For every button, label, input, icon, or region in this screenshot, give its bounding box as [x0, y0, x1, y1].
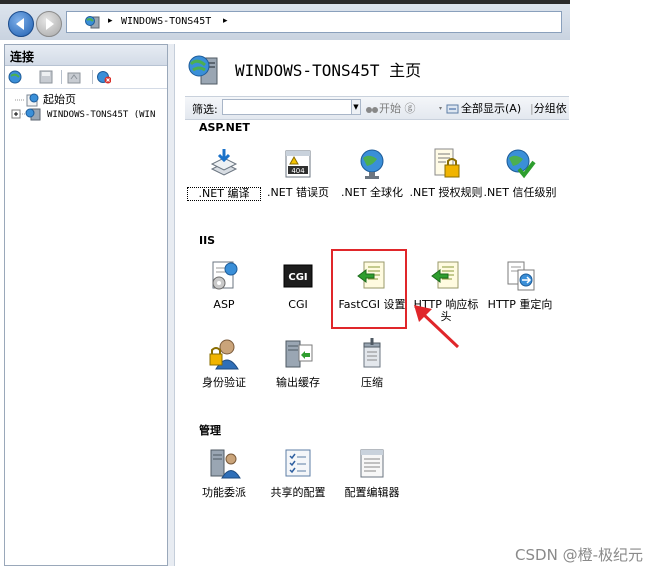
filter-input[interactable] [222, 99, 352, 115]
feature-label: 功能委派 [202, 486, 246, 499]
shared-configuration-icon [285, 449, 311, 477]
feature-label: 压缩 [361, 376, 383, 389]
delete-connection-icon[interactable] [97, 70, 111, 84]
output-caching-icon [285, 340, 313, 368]
breadcrumb-server[interactable]: WINDOWS-TONS45T [121, 16, 211, 27]
group-by-label: 分组依 [533, 102, 567, 115]
feature-label: ASP [213, 298, 235, 311]
connect-globe-icon[interactable] [8, 70, 22, 84]
tree-item-server[interactable]: WINDOWS-TONS45T (WIN [11, 107, 155, 123]
net-error-pages-icon: 404 [285, 150, 311, 178]
feature-label: HTTP 重定向 [487, 298, 553, 311]
server-home-icon [188, 55, 218, 85]
error-badge-text: 404 [291, 167, 305, 175]
feature-label: 输出缓存 [276, 376, 320, 389]
highlight-box [331, 249, 407, 329]
back-arrow-icon [16, 18, 24, 30]
forward-arrow-icon [46, 18, 54, 30]
connections-header: 连接 [5, 45, 167, 66]
feature-label: 配置编辑器 [344, 486, 400, 499]
feature-net-error-pages[interactable]: 404 .NET 错误页 [261, 147, 335, 199]
feature-net-authorization-rules[interactable]: .NET 授权规则 [409, 147, 483, 199]
connections-pane: 连接 起始页 WINDOWS-TONS45T (WIN [4, 44, 168, 566]
feature-label: 共享的配置 [270, 486, 326, 499]
tree-item-start-page[interactable]: 起始页 [15, 91, 76, 107]
address-separator-end[interactable]: ▸ [223, 16, 228, 26]
feature-net-trust-levels[interactable]: .NET 信任级别 [483, 147, 557, 199]
group-by-button[interactable]: |分组依 [530, 100, 567, 116]
feature-label: CGI [288, 298, 308, 311]
filter-bar: 筛选: ▼ 开始 ⓖ 全部显示(A) |分组依 [185, 96, 569, 120]
section-title-management: 管理 [199, 424, 221, 437]
net-trust-levels-icon [506, 149, 536, 179]
tree-item-label: 起始页 [43, 93, 76, 106]
binoculars-icon [366, 107, 378, 113]
feature-cgi[interactable]: CGI CGI [261, 259, 335, 311]
feature-label: .NET 错误页 [267, 186, 329, 199]
feature-asp[interactable]: ASP [187, 259, 261, 311]
filter-label: 筛选: [192, 103, 218, 116]
feature-shared-configuration[interactable]: 共享的配置 [261, 447, 335, 499]
forward-button[interactable] [36, 11, 62, 37]
connections-toolbar [5, 66, 167, 89]
feature-net-globalization[interactable]: .NET 全球化 [335, 147, 409, 199]
section-title-iis: IIS [199, 234, 216, 247]
feature-label: 身份验证 [202, 376, 246, 389]
tree-item-label: WINDOWS-TONS45T (WIN [47, 110, 156, 120]
show-all-label: 全部显示(A) [461, 102, 522, 115]
show-all-icon [439, 104, 459, 114]
feature-label: .NET 授权规则 [409, 186, 483, 199]
watermark: CSDN @橙-极纪元 [515, 546, 643, 564]
feature-http-redirect[interactable]: HTTP 重定向 [483, 259, 557, 311]
compression-icon [363, 338, 381, 368]
http-response-headers-icon [431, 261, 459, 289]
start-label: 开始 ⓖ [379, 102, 416, 115]
feature-label: .NET 全球化 [341, 186, 403, 199]
connections-title: 连接 [10, 50, 35, 64]
page-title: WINDOWS-TONS45T 主页 [235, 61, 422, 80]
connections-tree: 起始页 WINDOWS-TONS45T (WIN [5, 89, 167, 559]
window-caption-strip [0, 0, 570, 4]
show-all-button[interactable]: 全部显示(A) [439, 100, 521, 116]
management-features: 功能委派 共享的配置 配置编辑器 [187, 447, 567, 507]
filter-dropdown-button[interactable]: ▼ [351, 99, 361, 115]
back-button[interactable] [8, 11, 34, 37]
configuration-editor-icon [360, 449, 384, 478]
feature-delegation-icon [210, 449, 241, 479]
feature-delegation[interactable]: 功能委派 [187, 447, 261, 499]
section-title-aspnet: ASP.NET [199, 121, 250, 134]
start-page-icon [15, 93, 39, 107]
server-node-icon [11, 108, 41, 121]
save-icon[interactable] [39, 70, 53, 84]
start-filter-button[interactable]: 开始 ⓖ [365, 100, 416, 116]
net-authorization-rules-icon [434, 148, 460, 178]
feature-label: .NET 信任级别 [483, 186, 557, 199]
address-bar[interactable]: ▸ WINDOWS-TONS45T ▸ [66, 11, 562, 33]
feature-compression[interactable]: 压缩 [335, 337, 409, 389]
net-compilation-icon [210, 149, 238, 176]
server-globe-icon [85, 16, 100, 29]
feature-authentication[interactable]: 身份验证 [187, 337, 261, 389]
address-separator: ▸ [108, 16, 113, 26]
authentication-icon [209, 339, 239, 370]
feature-label: .NET 编译 [187, 187, 261, 201]
http-redirect-icon [507, 261, 535, 291]
asp-icon [212, 261, 238, 290]
net-globalization-icon [360, 149, 384, 179]
up-level-icon[interactable] [67, 70, 81, 84]
feature-output-caching[interactable]: 输出缓存 [261, 337, 335, 389]
red-arrow-icon [414, 305, 460, 349]
feature-net-compilation[interactable]: .NET 编译 [187, 147, 261, 201]
feature-configuration-editor[interactable]: 配置编辑器 [335, 447, 409, 499]
cgi-badge-text: CGI [288, 272, 307, 283]
aspnet-features: .NET 编译 404 .NET 错误页 .NET 全球化 .NET 授权规则 … [187, 147, 567, 217]
cgi-icon: CGI [283, 264, 313, 288]
